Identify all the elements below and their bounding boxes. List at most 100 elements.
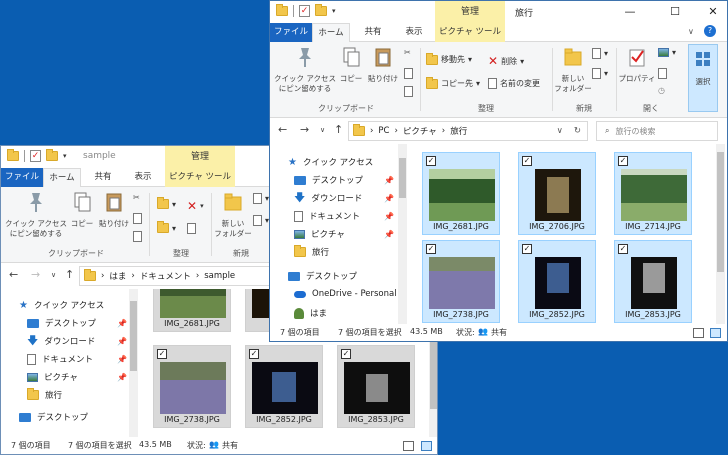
file-tile[interactable]: ✓ IMG_2852.JPG: [245, 345, 323, 428]
up-arrow-icon[interactable]: ↑: [65, 268, 74, 281]
nav-travel[interactable]: 旅行: [27, 388, 62, 401]
new-folder-icon[interactable]: [46, 149, 58, 161]
rename-button[interactable]: [187, 223, 196, 234]
large-icons-view-icon[interactable]: [710, 328, 721, 338]
checkbox[interactable]: ✓: [618, 244, 628, 254]
file-tile[interactable]: ✓ IMG_2853.JPG: [614, 240, 692, 323]
paste-shortcut-icon[interactable]: [133, 231, 142, 242]
pin-quick-access-button[interactable]: クイック アクセス にピン留めする: [274, 46, 336, 94]
minimize-button[interactable]: —: [615, 1, 645, 23]
tab-home[interactable]: ホーム: [43, 168, 81, 187]
paste-button[interactable]: 貼り付け: [97, 191, 131, 229]
breadcrumb-pictures[interactable]: ピクチャ: [403, 125, 437, 137]
select-button[interactable]: 選択: [688, 44, 718, 112]
forward-arrow-icon[interactable]: →: [300, 123, 309, 136]
tab-picture-tools[interactable]: ピクチャ ツール: [165, 168, 235, 187]
nav-desktop-root[interactable]: デスクトップ: [19, 411, 88, 423]
search-input[interactable]: ⌕ 旅行の検索: [596, 121, 718, 141]
title-bar[interactable]: ✓ ▾ 管理 旅行 — ☐ ✕: [270, 1, 727, 23]
nav-scrollbar[interactable]: [398, 144, 407, 326]
rename-button[interactable]: 名前の変更: [488, 78, 540, 89]
nav-quick-access[interactable]: ★ クイック アクセス: [19, 299, 104, 312]
scroll-thumb[interactable]: [130, 301, 137, 371]
file-tile[interactable]: ✓ IMG_2853.JPG: [337, 345, 415, 428]
checkbox[interactable]: ✓: [618, 156, 628, 166]
file-tile[interactable]: ✓ IMG_2714.JPG: [614, 152, 692, 235]
help-icon[interactable]: ?: [704, 25, 716, 37]
checkbox[interactable]: ✓: [426, 156, 436, 166]
address-dropdown-icon[interactable]: ∨: [557, 126, 563, 136]
file-tile[interactable]: ✓ IMG_2738.JPG: [153, 345, 231, 428]
easy-access-icon[interactable]: ▾: [592, 68, 608, 79]
file-tile[interactable]: ✓ IMG_2681.JPG: [422, 152, 500, 235]
scroll-thumb[interactable]: [717, 152, 724, 272]
file-tile[interactable]: ✓ IMG_2706.JPG: [518, 152, 596, 235]
nav-pictures[interactable]: ピクチャ: [294, 228, 345, 240]
copy-button[interactable]: コピー: [336, 46, 366, 84]
pin-quick-access-button[interactable]: クイック アクセス にピン留めする: [5, 191, 67, 239]
copy-button[interactable]: コピー: [67, 191, 97, 229]
nav-pictures[interactable]: ピクチャ: [27, 371, 78, 383]
back-arrow-icon[interactable]: ←: [278, 123, 287, 136]
details-view-icon[interactable]: [693, 328, 704, 338]
ribbon-collapse-icon[interactable]: ∨: [688, 27, 694, 36]
breadcrumb-sample[interactable]: sample: [204, 271, 235, 281]
copy-path-icon[interactable]: [133, 213, 142, 224]
new-item-icon[interactable]: ▾: [253, 193, 269, 204]
forward-arrow-icon[interactable]: →: [31, 268, 40, 281]
copy-path-icon[interactable]: [404, 68, 413, 79]
paste-button[interactable]: 貼り付け: [366, 46, 400, 84]
properties-check-icon[interactable]: ✓: [30, 150, 41, 162]
new-folder-button[interactable]: 新しい フォルダー: [554, 46, 592, 94]
delete-button[interactable]: ✕ 削除 ▾: [488, 54, 524, 68]
cut-icon[interactable]: ✂: [133, 193, 140, 202]
nav-onedrive[interactable]: OneDrive - Personal: [294, 289, 397, 299]
properties-check-icon[interactable]: ✓: [299, 5, 310, 17]
tab-file[interactable]: ファイル: [270, 23, 312, 42]
qat-dropdown-icon[interactable]: ▾: [332, 7, 336, 15]
tab-view[interactable]: 表示: [123, 168, 163, 187]
tab-share[interactable]: 共有: [83, 168, 123, 187]
nav-desktop-root[interactable]: デスクトップ: [288, 270, 357, 282]
move-to-button[interactable]: 移動先 ▾: [426, 52, 472, 65]
easy-access-icon[interactable]: ▾: [253, 215, 269, 226]
tab-view[interactable]: 表示: [394, 23, 434, 42]
nav-scrollbar[interactable]: [129, 289, 138, 439]
explorer-window-travel[interactable]: ✓ ▾ 管理 旅行 — ☐ ✕ ファイル ホーム 共有 表示 ピクチャ ツール …: [269, 0, 728, 342]
recent-dropdown-icon[interactable]: ∨: [51, 271, 56, 279]
up-arrow-icon[interactable]: ↑: [334, 123, 343, 136]
history-icon[interactable]: ◷: [658, 86, 665, 95]
tab-share[interactable]: 共有: [354, 23, 392, 42]
delete-button[interactable]: ✕ ▾: [187, 199, 204, 213]
refresh-icon[interactable]: ↻: [574, 126, 581, 136]
copy-to-button[interactable]: ▾: [157, 221, 176, 233]
back-arrow-icon[interactable]: ←: [9, 268, 18, 281]
nav-desktop[interactable]: デスクトップ: [27, 317, 96, 329]
close-button[interactable]: ✕: [698, 1, 727, 23]
checkbox[interactable]: ✓: [522, 244, 532, 254]
breadcrumb-travel[interactable]: 旅行: [450, 125, 467, 137]
checkbox[interactable]: ✓: [341, 349, 351, 359]
details-view-icon[interactable]: [403, 441, 414, 451]
breadcrumb-pc[interactable]: PC: [378, 126, 389, 136]
paste-shortcut-icon[interactable]: [404, 86, 413, 97]
new-folder-icon[interactable]: [315, 4, 327, 16]
nav-documents[interactable]: ドキュメント: [27, 353, 93, 365]
properties-button[interactable]: プロパティ: [618, 46, 656, 84]
address-input[interactable]: › PC › ピクチャ › 旅行 ∨ ↻: [348, 121, 588, 141]
nav-documents[interactable]: ドキュメント: [294, 210, 360, 222]
nav-downloads[interactable]: 🡇 ダウンロード: [27, 335, 95, 347]
nav-quick-access[interactable]: ★ クイック アクセス: [288, 156, 373, 169]
breadcrumb-documents[interactable]: ドキュメント: [140, 270, 191, 282]
open-icon[interactable]: ▾: [658, 48, 676, 57]
qat-dropdown-icon[interactable]: ▾: [63, 152, 67, 160]
breadcrumb-user[interactable]: はま: [109, 270, 126, 282]
scroll-thumb[interactable]: [399, 158, 406, 198]
recent-dropdown-icon[interactable]: ∨: [320, 126, 325, 134]
nav-downloads[interactable]: 🡇 ダウンロード: [294, 192, 362, 204]
nav-desktop[interactable]: デスクトップ: [294, 174, 363, 186]
checkbox[interactable]: ✓: [426, 244, 436, 254]
content-scrollbar[interactable]: [716, 144, 725, 326]
large-icons-view-icon[interactable]: [421, 441, 432, 451]
copy-to-button[interactable]: コピー先 ▾: [426, 76, 480, 89]
